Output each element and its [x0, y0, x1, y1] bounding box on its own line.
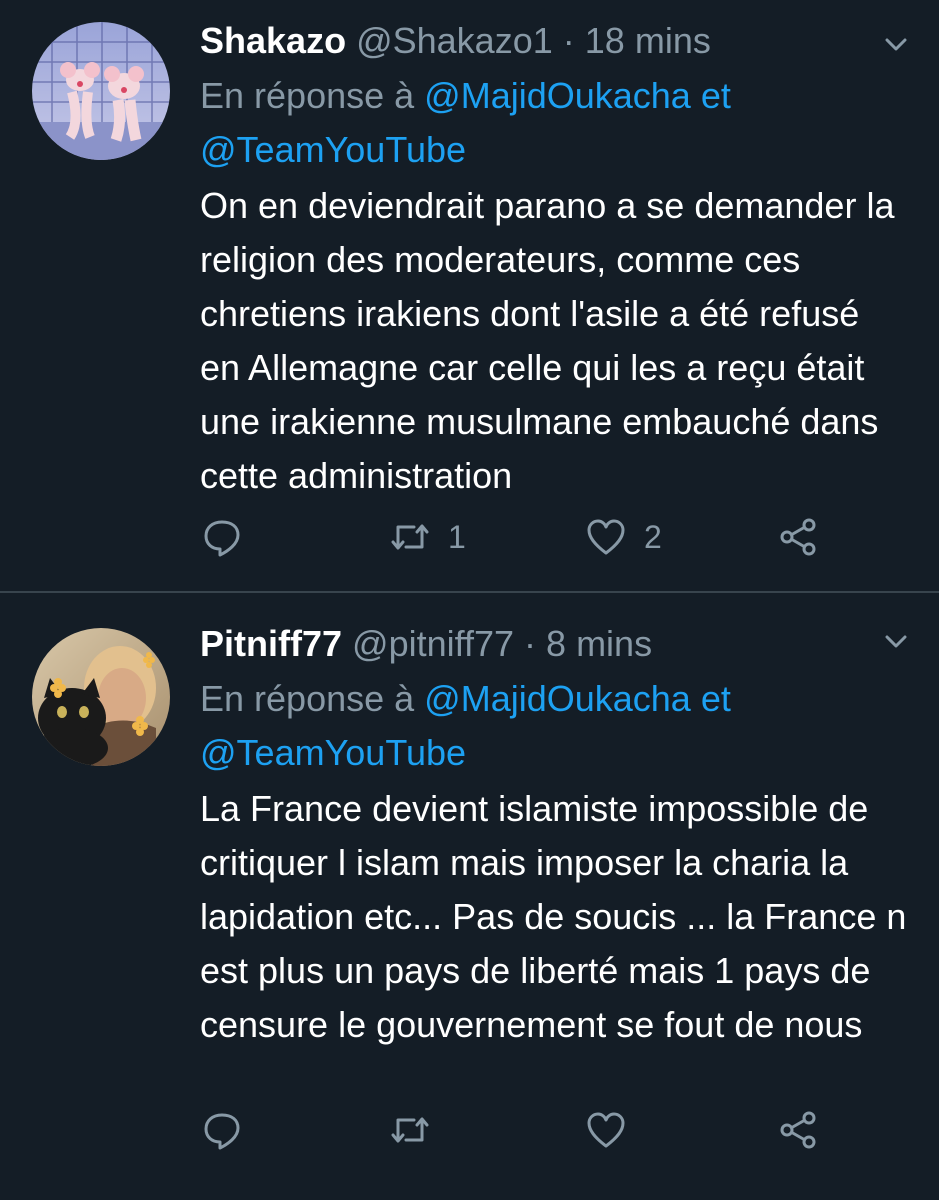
timestamp[interactable]: 18 mins — [585, 20, 711, 61]
tweet-content: Pitniff77 @pitniff77 · 8 mins En réponse… — [200, 620, 919, 1052]
tweet-actions: 1 2 — [200, 512, 919, 562]
like-count: 2 — [644, 518, 662, 555]
reply-icon — [204, 1113, 240, 1150]
tweet-header: Pitniff77 @pitniff77 · 8 mins — [200, 620, 919, 668]
tweet[interactable]: Pitniff77 @pitniff77 · 8 mins En réponse… — [0, 593, 939, 1200]
tweet-actions — [200, 1105, 919, 1155]
reply-context: En réponse à @MajidOukacha et @TeamYouTu… — [200, 672, 919, 780]
tweet-text: On en deviendrait parano a se demander l… — [200, 185, 895, 496]
display-name[interactable]: Shakazo — [200, 20, 346, 61]
like-button[interactable]: 2 — [584, 512, 662, 562]
reply-button[interactable] — [200, 1105, 244, 1155]
share-button[interactable] — [776, 512, 820, 562]
mention-link[interactable]: @TeamYouTube — [200, 732, 466, 773]
avatar[interactable] — [32, 628, 170, 766]
user-handle[interactable]: @Shakazo1 — [356, 20, 553, 61]
retweet-button[interactable] — [388, 1105, 448, 1155]
cartoon-mice-avatar-icon — [32, 22, 170, 160]
reply-button[interactable] — [200, 512, 244, 562]
like-button[interactable] — [584, 1105, 644, 1155]
display-name[interactable]: Pitniff77 — [200, 623, 342, 664]
retweet-icon — [391, 1117, 429, 1143]
retweet-count: 1 — [448, 518, 466, 555]
heart-icon — [587, 1112, 625, 1148]
mention-joiner[interactable]: et — [701, 678, 731, 719]
separator: · — [524, 623, 537, 664]
reply-prefix: En réponse à — [200, 75, 415, 116]
retweet-button[interactable]: 1 — [388, 512, 466, 562]
tweet-text: La France devient islamiste impossible d… — [200, 788, 907, 1045]
timestamp[interactable]: 8 mins — [546, 623, 652, 664]
heart-icon — [587, 519, 625, 555]
woman-with-cat-avatar-icon — [32, 628, 170, 766]
share-icon — [780, 518, 816, 556]
avatar[interactable] — [32, 22, 170, 160]
separator: · — [562, 20, 575, 61]
reply-context: En réponse à @MajidOukacha et @TeamYouTu… — [200, 69, 919, 177]
share-button[interactable] — [776, 1105, 820, 1155]
user-handle[interactable]: @pitniff77 — [352, 623, 514, 664]
tweet-header: Shakazo @Shakazo1 · 18 mins — [200, 17, 919, 65]
mention-joiner[interactable]: et — [701, 75, 731, 116]
mention-link[interactable]: @MajidOukacha — [424, 75, 691, 116]
reply-prefix: En réponse à — [200, 678, 415, 719]
chevron-down-icon — [885, 635, 907, 648]
more-options-button[interactable] — [881, 627, 911, 657]
retweet-icon — [391, 524, 429, 550]
reply-icon — [204, 520, 240, 557]
mention-link[interactable]: @TeamYouTube — [200, 129, 466, 170]
tweet[interactable]: Shakazo @Shakazo1 · 18 mins En réponse à… — [0, 0, 939, 593]
tweet-content: Shakazo @Shakazo1 · 18 mins En réponse à… — [200, 17, 919, 503]
more-options-button[interactable] — [881, 30, 911, 60]
chevron-down-icon — [885, 38, 907, 51]
mention-link[interactable]: @MajidOukacha — [424, 678, 691, 719]
share-icon — [780, 1111, 816, 1149]
